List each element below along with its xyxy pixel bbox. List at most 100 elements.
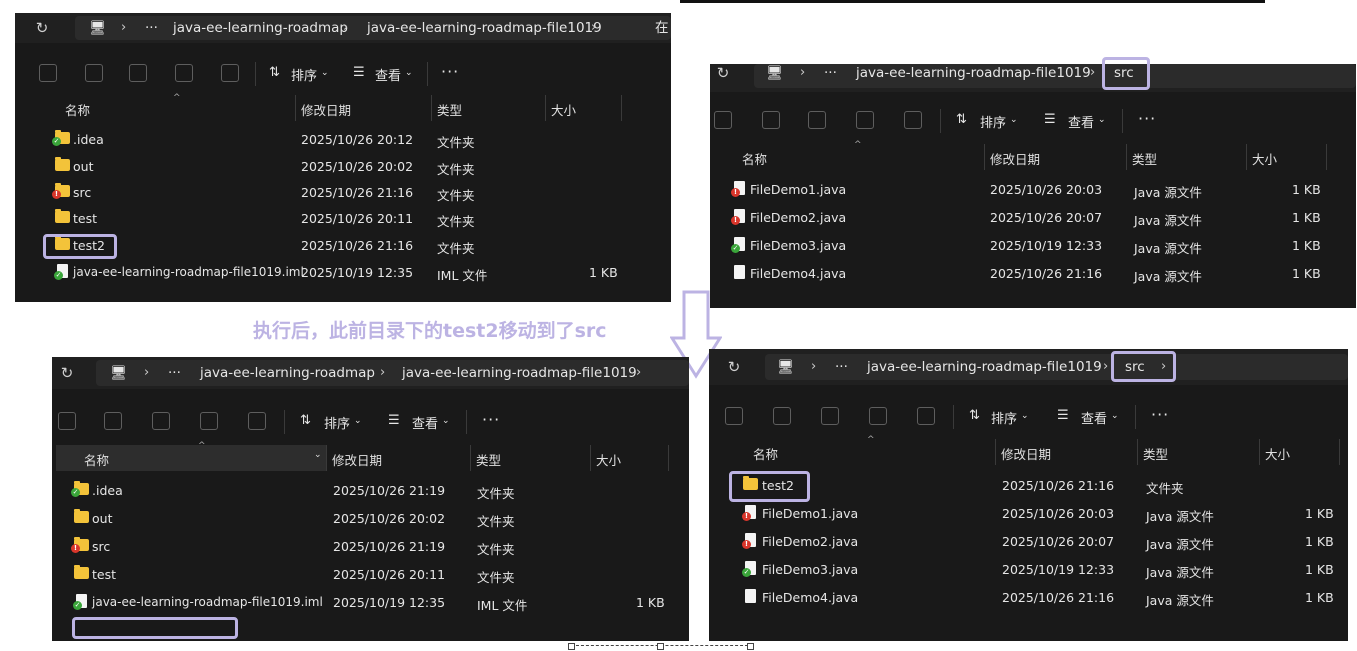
refresh-icon[interactable]: ↻ [33, 19, 51, 37]
more-path-icon[interactable]: ··· [145, 16, 158, 40]
header-modified[interactable]: 修改日期 [1001, 444, 1051, 463]
more-options-button[interactable]: ··· [482, 410, 500, 429]
list-item[interactable]: FileDemo4.java 2025/10/26 21:16 Java 源文件… [710, 260, 1356, 286]
paste-icon[interactable] [104, 412, 122, 430]
list-item[interactable]: java-ee-learning-roadmap-file1019.iml 20… [52, 589, 689, 615]
more-options-button[interactable]: ··· [441, 62, 459, 81]
search-box-truncated[interactable]: 在 [655, 16, 669, 40]
header-name[interactable]: 名称 [65, 100, 90, 119]
column-divider[interactable] [1339, 439, 1340, 465]
sort-button[interactable]: 排序 [324, 413, 350, 432]
list-item[interactable]: FileDemo4.java 2025/10/26 21:16 Java 源文件… [709, 584, 1348, 610]
column-divider[interactable] [590, 445, 591, 471]
column-divider[interactable] [1126, 144, 1127, 170]
selection-handle[interactable] [568, 643, 575, 650]
share-icon[interactable] [175, 64, 193, 82]
header-size[interactable]: 大小 [596, 450, 621, 469]
rename-icon[interactable] [821, 407, 839, 425]
breadcrumb[interactable]: 🖥 › ··· java-ee-learning-roadmap-file101… [765, 354, 1348, 380]
refresh-icon[interactable]: ↻ [714, 64, 732, 82]
copy-icon[interactable] [58, 412, 76, 430]
view-button[interactable]: 查看 [375, 65, 401, 84]
paste-icon[interactable] [762, 111, 780, 129]
refresh-icon[interactable]: ↻ [58, 364, 76, 382]
computer-icon[interactable]: 🖥 [89, 16, 106, 40]
header-name[interactable]: 名称 [84, 450, 109, 469]
header-size[interactable]: 大小 [551, 100, 576, 119]
delete-icon[interactable] [904, 111, 922, 129]
list-item[interactable]: .idea 2025/10/26 21:19 文件夹 [52, 477, 689, 503]
computer-icon[interactable]: 🖥 [110, 361, 127, 385]
share-icon[interactable] [856, 111, 874, 129]
list-item[interactable]: FileDemo1.java 2025/10/26 20:03 Java 源文件… [710, 176, 1356, 202]
header-name[interactable]: 名称 [742, 149, 767, 168]
header-type[interactable]: 类型 [437, 100, 462, 119]
rename-icon[interactable] [129, 64, 147, 82]
breadcrumb-item[interactable]: java-ee-learning-roadmap [200, 361, 375, 385]
breadcrumb[interactable]: 🖥 › ··· java-ee-learning-roadmap-file101… [754, 64, 1356, 88]
copy-icon[interactable] [725, 407, 743, 425]
more-path-icon[interactable]: ··· [824, 64, 837, 85]
list-item[interactable]: out 2025/10/26 20:02 文件夹 [15, 153, 671, 179]
list-item[interactable]: .idea 2025/10/26 20:12 文件夹 [15, 126, 671, 152]
breadcrumb-item[interactable]: java-ee-learning-roadmap [173, 16, 348, 40]
column-divider[interactable] [1137, 439, 1138, 465]
column-divider[interactable] [470, 445, 471, 471]
list-item[interactable]: FileDemo2.java 2025/10/26 20:07 Java 源文件… [710, 204, 1356, 230]
copy-icon[interactable] [39, 64, 57, 82]
list-item[interactable]: java-ee-learning-roadmap-file1019.iml 20… [15, 259, 671, 285]
list-item[interactable]: FileDemo3.java 2025/10/19 12:33 Java 源文件… [709, 556, 1348, 582]
header-name[interactable]: 名称 [753, 444, 778, 463]
more-options-button[interactable]: ··· [1151, 405, 1169, 424]
more-path-icon[interactable]: ··· [168, 361, 181, 385]
breadcrumb-item[interactable]: java-ee-learning-roadmap-file1019 [867, 355, 1102, 379]
selection-handle[interactable] [747, 643, 754, 650]
list-item[interactable]: FileDemo2.java 2025/10/26 20:07 Java 源文件… [709, 528, 1348, 554]
header-modified[interactable]: 修改日期 [990, 149, 1040, 168]
header-type[interactable]: 类型 [1143, 444, 1168, 463]
rename-icon[interactable] [808, 111, 826, 129]
list-item[interactable]: FileDemo3.java 2025/10/19 12:33 Java 源文件… [710, 232, 1356, 258]
more-path-icon[interactable]: ··· [835, 355, 848, 379]
paste-icon[interactable] [773, 407, 791, 425]
column-divider[interactable] [326, 445, 327, 471]
header-size[interactable]: 大小 [1252, 149, 1277, 168]
list-item[interactable]: test 2025/10/26 20:11 文件夹 [52, 561, 689, 587]
copy-icon[interactable] [714, 111, 732, 129]
breadcrumb[interactable]: 🖥 › ··· java-ee-learning-roadmap › java-… [75, 16, 671, 40]
chevron-down-icon[interactable]: ⌄ [314, 450, 322, 460]
list-item[interactable]: src 2025/10/26 21:16 文件夹 [15, 179, 671, 205]
breadcrumb-item[interactable]: java-ee-learning-roadmap-file1019 [856, 64, 1091, 85]
rename-icon[interactable] [152, 412, 170, 430]
paste-icon[interactable] [85, 64, 103, 82]
delete-icon[interactable] [248, 412, 266, 430]
breadcrumb-item[interactable]: java-ee-learning-roadmap-file1019 [367, 16, 602, 40]
more-options-button[interactable]: ··· [1138, 109, 1156, 128]
column-divider[interactable] [1326, 144, 1327, 170]
breadcrumb-item[interactable]: java-ee-learning-roadmap-file1019 [402, 361, 637, 385]
list-item[interactable]: test 2025/10/26 20:11 文件夹 [15, 205, 671, 231]
header-size[interactable]: 大小 [1265, 444, 1290, 463]
column-divider[interactable] [545, 95, 546, 121]
list-item[interactable]: src 2025/10/26 21:19 文件夹 [52, 533, 689, 559]
view-button[interactable]: 查看 [1068, 112, 1094, 131]
delete-icon[interactable] [917, 407, 935, 425]
share-icon[interactable] [200, 412, 218, 430]
refresh-icon[interactable]: ↻ [725, 358, 743, 376]
header-type[interactable]: 类型 [476, 450, 501, 469]
computer-icon[interactable]: 🖥 [777, 355, 794, 379]
list-item[interactable]: out 2025/10/26 20:02 文件夹 [52, 505, 689, 531]
header-modified[interactable]: 修改日期 [332, 450, 382, 469]
header-modified[interactable]: 修改日期 [301, 100, 351, 119]
view-button[interactable]: 查看 [412, 413, 438, 432]
column-divider[interactable] [995, 439, 996, 465]
list-item[interactable]: FileDemo1.java 2025/10/26 20:03 Java 源文件… [709, 500, 1348, 526]
header-type[interactable]: 类型 [1132, 149, 1157, 168]
column-divider[interactable] [1259, 439, 1260, 465]
sort-button[interactable]: 排序 [991, 408, 1017, 427]
share-icon[interactable] [869, 407, 887, 425]
column-divider[interactable] [984, 144, 985, 170]
view-button[interactable]: 查看 [1081, 408, 1107, 427]
column-divider[interactable] [668, 445, 669, 471]
column-divider[interactable] [295, 95, 296, 121]
